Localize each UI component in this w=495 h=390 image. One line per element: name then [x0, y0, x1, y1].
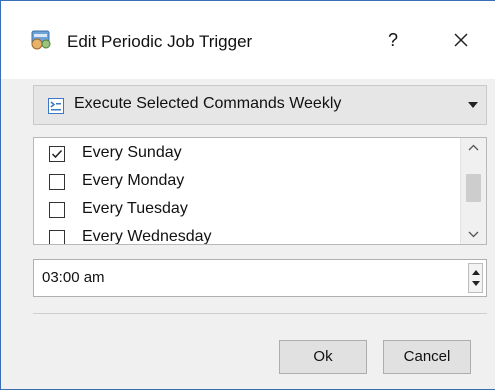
day-label: Every Wednesday: [82, 228, 212, 245]
close-button[interactable]: [449, 28, 473, 52]
time-stepper[interactable]: [468, 263, 483, 293]
day-checklist[interactable]: Every Sunday Every Monday Every Tuesday …: [33, 137, 487, 245]
checkmark-icon: [51, 149, 63, 159]
time-value: 03:00 am: [42, 269, 105, 286]
ok-button[interactable]: Ok: [279, 340, 367, 374]
cancel-button[interactable]: Cancel: [383, 340, 471, 374]
scheduler-app-icon: [29, 27, 53, 51]
command-list-icon: [48, 98, 64, 114]
trigger-type-dropdown[interactable]: Execute Selected Commands Weekly: [33, 85, 487, 125]
title-bar[interactable]: Edit Periodic Job Trigger ?: [1, 1, 495, 79]
chevron-up-icon: [468, 144, 479, 151]
checkbox-tuesday[interactable]: [49, 202, 65, 218]
trigger-type-value: Execute Selected Commands Weekly: [74, 95, 342, 112]
divider: [33, 313, 487, 314]
scroll-up-button[interactable]: [461, 138, 486, 158]
day-label: Every Monday: [82, 172, 185, 189]
time-input[interactable]: 03:00 am: [33, 259, 487, 297]
increment-arrow-icon[interactable]: [472, 270, 480, 275]
checkbox-sunday[interactable]: [49, 146, 65, 162]
day-label: Every Sunday: [82, 144, 182, 161]
help-button[interactable]: ?: [381, 28, 405, 52]
day-label: Every Tuesday: [82, 200, 188, 217]
vertical-scrollbar[interactable]: [460, 138, 486, 244]
scrollbar-thumb[interactable]: [466, 174, 481, 202]
chevron-down-icon: [468, 231, 479, 238]
scroll-down-button[interactable]: [461, 224, 486, 244]
decrement-arrow-icon[interactable]: [472, 281, 480, 286]
close-icon: [454, 33, 468, 47]
dialog-title: Edit Periodic Job Trigger: [67, 32, 253, 51]
chevron-down-icon: [468, 102, 478, 108]
checkbox-wednesday[interactable]: [49, 230, 65, 244]
checkbox-monday[interactable]: [49, 174, 65, 190]
dialog-window: Edit Periodic Job Trigger ? Execute Sele…: [0, 0, 495, 390]
